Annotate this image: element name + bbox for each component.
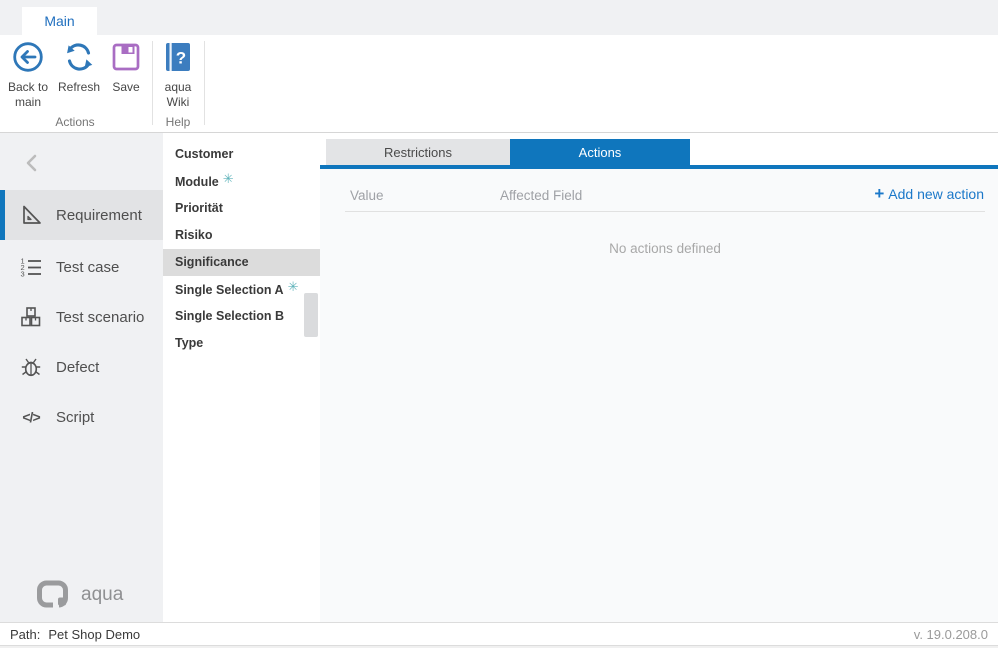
plus-icon: +: [874, 187, 884, 201]
aqua-wiki-label-line1: aqua: [165, 80, 192, 95]
tab-actions[interactable]: Actions: [510, 139, 690, 165]
field-label: Single Selection A: [175, 283, 284, 297]
path-breadcrumb: Path: Pet Shop Demo: [10, 627, 140, 642]
sidebar-collapse-chevron-icon[interactable]: [24, 153, 40, 171]
field-label: Customer: [175, 147, 233, 161]
status-bar: Path: Pet Shop Demo v. 19.0.208.0: [0, 622, 998, 646]
sidebar-item-requirement[interactable]: Requirement: [0, 190, 163, 240]
requirement-icon: [18, 202, 44, 228]
field-label: Priorität: [175, 201, 223, 215]
sidebar-item-label: Defect: [56, 359, 99, 376]
ribbon: Back to main Refresh: [0, 35, 998, 133]
sidebar-item-script[interactable]: </> Script: [0, 392, 163, 442]
refresh-icon: [62, 40, 96, 80]
aqua-wiki-label-line2: Wiki: [167, 95, 190, 110]
tab-restrictions[interactable]: Restrictions: [326, 139, 510, 165]
script-code-icon: </>: [18, 404, 44, 430]
sidebar-item-label: Test scenario: [56, 309, 144, 326]
save-floppy-icon: [109, 40, 143, 80]
ribbon-tab-main[interactable]: Main: [22, 7, 97, 35]
svg-text:3: 3: [21, 270, 25, 279]
column-header-affected-field: Affected Field: [500, 188, 582, 203]
ribbon-group-separator: [152, 41, 153, 125]
field-item-customer[interactable]: Customer: [163, 141, 320, 168]
field-label: Module: [175, 175, 219, 189]
field-item-risiko[interactable]: Risiko: [163, 222, 320, 249]
sidebar: Requirement 1 2 3 Test case: [0, 133, 163, 622]
ribbon-tab-strip: Main: [0, 0, 998, 35]
field-label: Type: [175, 336, 203, 350]
field-label: Risiko: [175, 228, 213, 242]
sidebar-item-test-case[interactable]: 1 2 3 Test case: [0, 242, 163, 292]
table-header-separator: [345, 211, 985, 212]
main-panel: Restrictions Actions Value Affected Fiel…: [320, 133, 998, 622]
back-to-main-label-line2: main: [15, 95, 41, 110]
aqua-wiki-button[interactable]: ? aqua Wiki: [154, 40, 202, 110]
refresh-button[interactable]: Refresh: [54, 40, 104, 95]
ribbon-group-label-help: Help: [154, 115, 202, 129]
field-item-type[interactable]: Type: [163, 330, 320, 357]
version-label: v. 19.0.208.0: [914, 627, 988, 642]
defect-bug-icon: [18, 354, 44, 380]
sidebar-item-defect[interactable]: Defect: [0, 342, 163, 392]
back-to-main-label-line1: Back to: [8, 80, 48, 95]
aqua-logo-text: aqua: [81, 584, 123, 606]
wiki-book-icon: ?: [162, 40, 194, 80]
wiki-question-glyph: ?: [176, 49, 186, 68]
field-item-module[interactable]: Module ✳: [163, 168, 320, 195]
column-header-value: Value: [350, 188, 384, 203]
field-item-prioritaet[interactable]: Priorität: [163, 195, 320, 222]
actions-tab-content: Value Affected Field + Add new action No…: [320, 169, 998, 622]
aqua-logo: aqua: [36, 580, 123, 610]
refresh-label: Refresh: [58, 80, 100, 95]
path-label: Path:: [10, 627, 40, 642]
save-button[interactable]: Save: [104, 40, 148, 95]
save-label: Save: [112, 80, 139, 95]
sidebar-item-test-scenario[interactable]: Test scenario: [0, 292, 163, 342]
ribbon-group-separator: [204, 41, 205, 125]
field-list: Customer Module ✳ Priorität Risiko Signif…: [163, 133, 320, 622]
ribbon-group-label-actions: Actions: [2, 115, 148, 129]
add-new-action-button[interactable]: + Add new action: [874, 186, 984, 202]
test-case-icon: 1 2 3: [18, 254, 44, 280]
required-asterisk-icon: ✳: [223, 171, 234, 186]
field-item-significance[interactable]: Significance: [163, 249, 320, 276]
sidebar-item-label: Test case: [56, 259, 119, 276]
add-new-action-label: Add new action: [888, 186, 984, 202]
field-item-single-selection-a[interactable]: Single Selection A ✳: [163, 276, 320, 303]
empty-actions-message: No actions defined: [345, 241, 985, 256]
field-label: Single Selection B: [175, 309, 284, 323]
test-scenario-icon: [18, 304, 44, 330]
back-arrow-icon: [11, 40, 45, 80]
selected-accent-bar: [0, 190, 5, 240]
back-to-main-button[interactable]: Back to main: [2, 40, 54, 110]
field-item-single-selection-b[interactable]: Single Selection B: [163, 303, 320, 330]
field-label: Significance: [175, 255, 249, 269]
aqua-logo-icon: [36, 580, 72, 610]
sidebar-item-label: Script: [56, 409, 94, 426]
app-window: Main Back to main: [0, 0, 998, 648]
sidebar-item-label: Requirement: [56, 207, 142, 224]
path-value: Pet Shop Demo: [48, 627, 140, 642]
required-asterisk-icon: ✳: [288, 279, 299, 294]
field-list-scrollbar-thumb[interactable]: [304, 293, 318, 337]
